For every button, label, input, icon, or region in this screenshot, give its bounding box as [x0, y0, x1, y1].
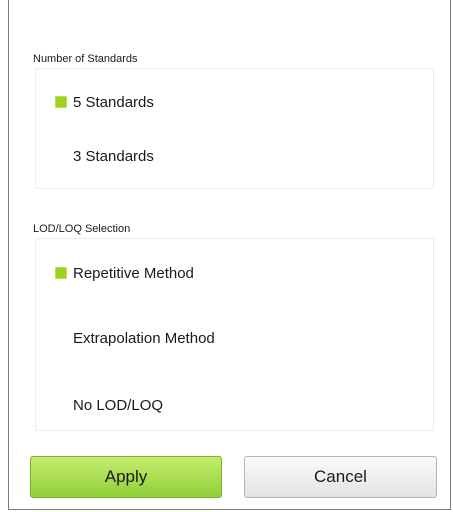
- radio-extrapolation-method[interactable]: Extrapolation Method: [55, 326, 215, 350]
- radio-selected-indicator: [55, 267, 67, 279]
- settings-dialog: Number of Standards 5 Standards 3 Standa…: [8, 0, 451, 510]
- lod-loq-selection-label: LOD/LOQ Selection: [33, 223, 131, 235]
- radio-3-standards[interactable]: 3 Standards: [55, 144, 154, 168]
- radio-unselected-indicator: [55, 150, 67, 162]
- number-of-standards-label: Number of Standards: [33, 53, 138, 65]
- radio-5-standards[interactable]: 5 Standards: [55, 90, 154, 114]
- radio-5-standards-label: 5 Standards: [73, 93, 154, 111]
- radio-repetitive-method-label: Repetitive Method: [73, 264, 194, 282]
- radio-selected-indicator: [55, 96, 67, 108]
- number-of-standards-group: [35, 68, 434, 189]
- radio-unselected-indicator: [55, 399, 67, 411]
- radio-no-lod-loq[interactable]: No LOD/LOQ: [55, 393, 163, 417]
- radio-extrapolation-method-label: Extrapolation Method: [73, 329, 215, 347]
- cancel-button[interactable]: Cancel: [244, 456, 437, 498]
- radio-no-lod-loq-label: No LOD/LOQ: [73, 396, 164, 414]
- radio-unselected-indicator: [55, 332, 67, 344]
- radio-repetitive-method[interactable]: Repetitive Method: [55, 261, 194, 285]
- radio-3-standards-label: 3 Standards: [73, 147, 154, 165]
- apply-button[interactable]: Apply: [30, 456, 222, 498]
